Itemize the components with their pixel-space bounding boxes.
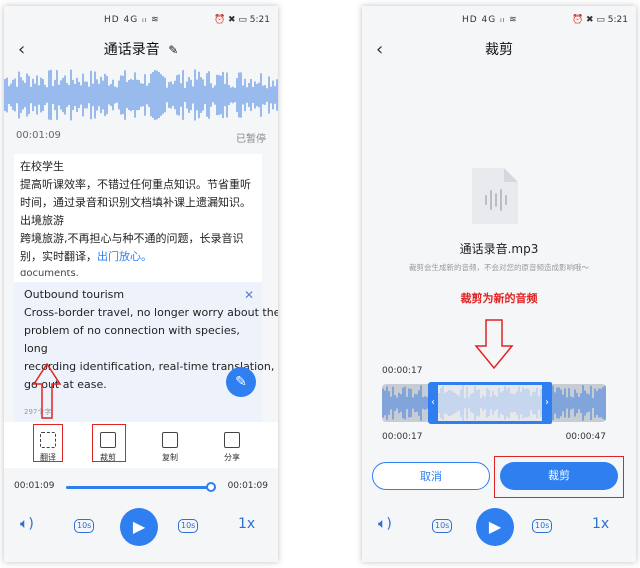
status-right: ⏰ ✖ ▭ 5:21 <box>213 15 270 25</box>
annotation-arrow-down <box>474 319 514 370</box>
tool-label: 分享 <box>224 453 240 462</box>
crop-hint: 裁剪会生成新的音频，不会对您的原音频造成影响哦～ <box>409 263 589 272</box>
tool-label: 复制 <box>162 453 178 462</box>
progress-end-time: 00:01:09 <box>227 481 268 491</box>
title-bar: ‹ 裁剪 <box>362 32 636 68</box>
edit-icon[interactable]: ✎ <box>168 43 178 57</box>
file-name: 通话录音.mp3 <box>459 242 539 256</box>
playback-progress: 00:01:09 00:01:09 <box>4 472 278 500</box>
tool-share[interactable]: 分享 <box>212 432 252 463</box>
note-text-2b: 别，实时翻译，出门放心。 <box>20 248 256 266</box>
speed-button[interactable]: 1x <box>238 516 255 532</box>
cancel-button[interactable]: 取消 <box>372 462 490 490</box>
annotation-arrow-up <box>32 362 62 419</box>
highlight-box-crop <box>92 424 126 462</box>
rewind-10s-icon: 10s <box>74 519 95 533</box>
rewind-button[interactable]: 10s <box>432 516 453 533</box>
status-right: ⏰ ✖ ▭ 5:21 <box>571 15 628 25</box>
volume-icon[interactable]: 🔈︎) <box>20 516 34 532</box>
translation-line-1: Outbound tourism <box>24 288 125 301</box>
translation-line-2: Cross-border travel, no longer worry abo… <box>24 306 278 319</box>
share-icon <box>224 432 240 448</box>
close-icon[interactable]: ✕ <box>244 286 254 304</box>
forward-button[interactable]: 10s <box>532 516 553 533</box>
signal-icons: HD 4G ᵢₗ ≋ <box>462 15 518 25</box>
forward-10s-icon: 10s <box>178 519 199 533</box>
signal-icons: HD 4G ᵢₗ ≋ <box>104 15 160 25</box>
range-end-time: 00:00:47 <box>565 432 606 442</box>
recording-waveform <box>4 68 278 122</box>
right-phone-screen: HD 4G ᵢₗ ≋ ⏰ ✖ ▭ 5:21 ‹ 裁剪 通话录音.mp3 裁剪会生… <box>362 6 636 562</box>
note-heading-1: 在校学生 <box>20 160 64 173</box>
progress-thumb[interactable] <box>206 482 216 492</box>
audio-file-icon <box>472 168 518 224</box>
progress-start-time: 00:01:09 <box>14 481 55 491</box>
player-controls: 🔈︎) 10s ▶ 10s 1x <box>4 500 278 556</box>
forward-button[interactable]: 10s <box>178 516 199 533</box>
left-phone-screen: HD 4G ᵢₗ ≋ ⏰ ✖ ▭ 5:21 ‹ 通话录音 ✎ 00:01:09 … <box>4 6 278 562</box>
play-button[interactable]: ▶ <box>476 508 514 546</box>
edit-fab-button[interactable]: ✎ <box>226 367 256 397</box>
tool-copy[interactable]: 复制 <box>150 432 190 463</box>
copy-icon <box>162 432 178 448</box>
highlight-box-translate <box>33 424 63 462</box>
annotation-text: 裁剪为新的音频 <box>460 292 538 305</box>
note-text-2b-plain: 别，实时翻译， <box>20 250 97 263</box>
forward-10s-icon: 10s <box>532 519 553 533</box>
status-bar: HD 4G ᵢₗ ≋ ⏰ ✖ ▭ 5:21 <box>362 6 636 32</box>
progress-fill <box>66 486 216 489</box>
title-bar: ‹ 通话录音 ✎ <box>4 32 278 68</box>
crop-selection[interactable] <box>430 382 552 424</box>
status-bar: HD 4G ᵢₗ ≋ ⏰ ✖ ▭ 5:21 <box>4 6 278 32</box>
pencil-icon: ✎ <box>235 374 247 390</box>
speed-button[interactable]: 1x <box>592 516 609 532</box>
translation-line-3: problem of no connection with species, l… <box>24 324 240 355</box>
note-link[interactable]: 出门放心。 <box>97 250 152 263</box>
rewind-10s-icon: 10s <box>432 519 453 533</box>
left-crop-handle[interactable]: ‹ <box>428 382 438 424</box>
play-button[interactable]: ▶ <box>120 508 158 546</box>
highlight-box-confirm <box>494 456 624 498</box>
range-start-time: 00:00:17 <box>382 432 423 442</box>
player-controls: 🔈︎) 10s ▶ 10s 1x <box>362 500 636 556</box>
paused-label: 已暂停 <box>236 134 266 145</box>
back-icon[interactable]: ‹ <box>376 32 383 68</box>
back-icon[interactable]: ‹ <box>18 32 25 68</box>
note-text-1a: 提高听课效率，不错过任何重点知识。节省重听 <box>20 178 251 191</box>
time-row: 00:01:09 已暂停 <box>4 122 278 148</box>
page-title: 通话录音 <box>103 42 160 58</box>
rewind-button[interactable]: 10s <box>74 516 95 533</box>
note-text-2a: 跨境旅游,不再担心与种不通的问题，长录音识 <box>20 232 244 245</box>
note-text-1b: 时间，通过录音和识别文档填补课上遗漏知识。 <box>20 196 251 209</box>
notes-card: 在校学生 提高听课效率，不错过任何重点知识。节省重听 时间，通过录音和识别文档填… <box>14 154 262 282</box>
progress-track[interactable] <box>66 486 216 489</box>
current-time: 00:01:09 <box>16 130 61 141</box>
right-crop-handle[interactable]: › <box>542 382 552 424</box>
note-heading-2: 出境旅游 <box>20 214 64 227</box>
volume-icon[interactable]: 🔈︎) <box>378 516 392 532</box>
range-start-time-top: 00:00:17 <box>382 366 423 376</box>
partial-line: documents. <box>20 270 79 279</box>
page-title: 裁剪 <box>485 42 513 58</box>
